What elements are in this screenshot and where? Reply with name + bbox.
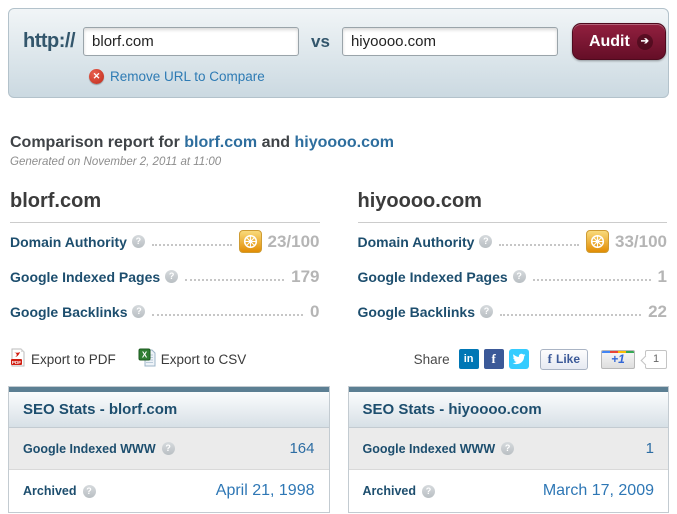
export-share-row: PDF Export to PDF X Export to CSV Share … bbox=[10, 348, 667, 370]
google-plus-one-button[interactable]: +1 bbox=[601, 349, 635, 369]
audit-button[interactable]: Audit ➔ bbox=[571, 23, 666, 60]
help-icon[interactable]: ? bbox=[82, 484, 96, 498]
remove-x-icon[interactable]: ✕ bbox=[89, 69, 104, 84]
export-pdf-link[interactable]: PDF Export to PDF bbox=[10, 348, 116, 370]
dotted-leader bbox=[532, 278, 651, 281]
stat-row-backlinks: Google Backlinks ? 0 bbox=[10, 295, 320, 328]
vs-label: vs bbox=[311, 31, 330, 51]
report-title-prefix: Comparison report for bbox=[10, 134, 185, 151]
comparison-columns: blorf.com Domain Authority ? 23/100 Goog… bbox=[10, 190, 667, 328]
arrow-right-icon: ➔ bbox=[636, 33, 653, 50]
svg-text:PDF: PDF bbox=[12, 360, 21, 365]
share-group: Share in f f Like +1 1 bbox=[413, 348, 667, 370]
report-domain-2: hiyoooo.com bbox=[294, 134, 395, 151]
dotted-leader bbox=[152, 313, 304, 316]
export-pdf-label: Export to PDF bbox=[31, 351, 116, 367]
stat-label: Google Backlinks bbox=[10, 303, 128, 320]
generated-timestamp: Generated on November 2, 2011 at 11:00 bbox=[10, 156, 222, 168]
column-title: blorf.com bbox=[10, 190, 320, 223]
panel-row-indexed-www: Google Indexed WWW ? 1 bbox=[348, 428, 668, 470]
share-label: Share bbox=[413, 351, 450, 367]
seo-stats-panel-left: SEO Stats - blorf.com Google Indexed WWW… bbox=[8, 386, 330, 513]
dotted-leader bbox=[499, 243, 579, 246]
audit-button-label: Audit bbox=[588, 32, 630, 50]
help-icon[interactable]: ? bbox=[161, 442, 175, 455]
help-icon[interactable]: ? bbox=[165, 270, 179, 283]
stat-value: 22 bbox=[648, 301, 667, 321]
column-right: hiyoooo.com Domain Authority ? 33/100 Go… bbox=[357, 190, 668, 328]
remove-url-link[interactable]: Remove URL to Compare bbox=[110, 69, 265, 84]
help-icon[interactable]: ? bbox=[501, 442, 515, 455]
protocol-label: http:// bbox=[23, 30, 76, 52]
facebook-like-f-icon: f bbox=[547, 351, 552, 366]
panel-title: SEO Stats - hiyoooo.com bbox=[348, 392, 668, 428]
pdf-icon: PDF bbox=[10, 348, 26, 370]
report-title-and: and bbox=[257, 134, 295, 151]
url1-input[interactable] bbox=[83, 27, 300, 56]
url2-input[interactable] bbox=[341, 27, 558, 56]
panel-row-label: Google Indexed WWW bbox=[23, 441, 156, 456]
plus-one-count-bubble: 1 bbox=[645, 349, 667, 369]
dotted-leader bbox=[499, 313, 642, 316]
facebook-like-button[interactable]: f Like bbox=[539, 348, 588, 370]
dotted-leader bbox=[185, 278, 285, 281]
plus-one-label: +1 bbox=[611, 352, 625, 366]
panel-row-label: Archived bbox=[362, 484, 417, 498]
panel-row-archived: Archived ? March 17, 2009 bbox=[349, 470, 669, 512]
moz-rank-badge-icon bbox=[238, 230, 262, 253]
help-icon[interactable]: ? bbox=[479, 305, 493, 318]
panel-row-value: 1 bbox=[645, 440, 654, 457]
help-icon[interactable]: ? bbox=[479, 235, 493, 248]
moz-rank-badge-icon bbox=[586, 230, 609, 253]
panel-row-indexed-www: Google Indexed WWW ? 164 bbox=[9, 428, 329, 470]
stat-label: Domain Authority bbox=[357, 233, 475, 250]
panel-title: SEO Stats - blorf.com bbox=[9, 392, 329, 428]
stat-value: 0 bbox=[310, 301, 320, 321]
stat-value: 33/100 bbox=[615, 231, 667, 251]
panel-row-value: April 21, 1998 bbox=[215, 482, 315, 499]
stat-row-domain-authority: Domain Authority ? 33/100 bbox=[357, 225, 667, 258]
stat-label: Domain Authority bbox=[10, 233, 127, 250]
panel-row-value: March 17, 2009 bbox=[542, 482, 654, 499]
help-icon[interactable]: ? bbox=[132, 305, 146, 318]
stat-label: Google Indexed Pages bbox=[10, 268, 161, 285]
stat-value: 1 bbox=[657, 266, 667, 286]
panel-row-label: Archived bbox=[23, 484, 77, 498]
panel-row-label: Google Indexed WWW bbox=[362, 441, 496, 456]
panel-row-archived: Archived ? April 21, 1998 bbox=[9, 470, 329, 512]
twitter-icon[interactable] bbox=[508, 349, 529, 369]
column-left: blorf.com Domain Authority ? 23/100 Goog… bbox=[10, 190, 320, 328]
seo-stats-panel-right: SEO Stats - hiyoooo.com Google Indexed W… bbox=[347, 386, 669, 513]
stat-row-domain-authority: Domain Authority ? 23/100 bbox=[10, 225, 320, 258]
svg-text:X: X bbox=[142, 351, 148, 360]
help-icon[interactable]: ? bbox=[131, 235, 145, 248]
stat-value: 179 bbox=[291, 266, 320, 286]
help-icon[interactable]: ? bbox=[512, 270, 526, 283]
stat-row-indexed-pages: Google Indexed Pages ? 1 bbox=[358, 260, 668, 293]
stat-label: Google Backlinks bbox=[357, 303, 475, 320]
csv-icon: X bbox=[138, 348, 156, 370]
stat-label: Google Indexed Pages bbox=[357, 268, 508, 285]
facebook-icon[interactable]: f bbox=[483, 349, 504, 369]
panel-row-value: 164 bbox=[289, 440, 315, 457]
export-csv-link[interactable]: X Export to CSV bbox=[138, 348, 247, 370]
linkedin-icon[interactable]: in bbox=[458, 349, 479, 369]
facebook-like-label: Like bbox=[555, 352, 580, 366]
help-icon[interactable]: ? bbox=[422, 484, 435, 498]
dotted-leader bbox=[151, 243, 232, 246]
report-domain-1: blorf.com bbox=[184, 134, 258, 151]
audit-bar: http:// vs Audit ➔ ✕ Remove URL to Compa… bbox=[8, 8, 669, 98]
export-csv-label: Export to CSV bbox=[160, 351, 247, 367]
report-title: Comparison report for blorf.com and hiyo… bbox=[10, 134, 667, 152]
stat-row-backlinks: Google Backlinks ? 22 bbox=[358, 295, 668, 328]
column-title: hiyoooo.com bbox=[357, 190, 667, 223]
seo-stats-panels: SEO Stats - blorf.com Google Indexed WWW… bbox=[8, 386, 669, 513]
stat-row-indexed-pages: Google Indexed Pages ? 179 bbox=[10, 260, 320, 293]
stat-value: 23/100 bbox=[267, 231, 320, 251]
